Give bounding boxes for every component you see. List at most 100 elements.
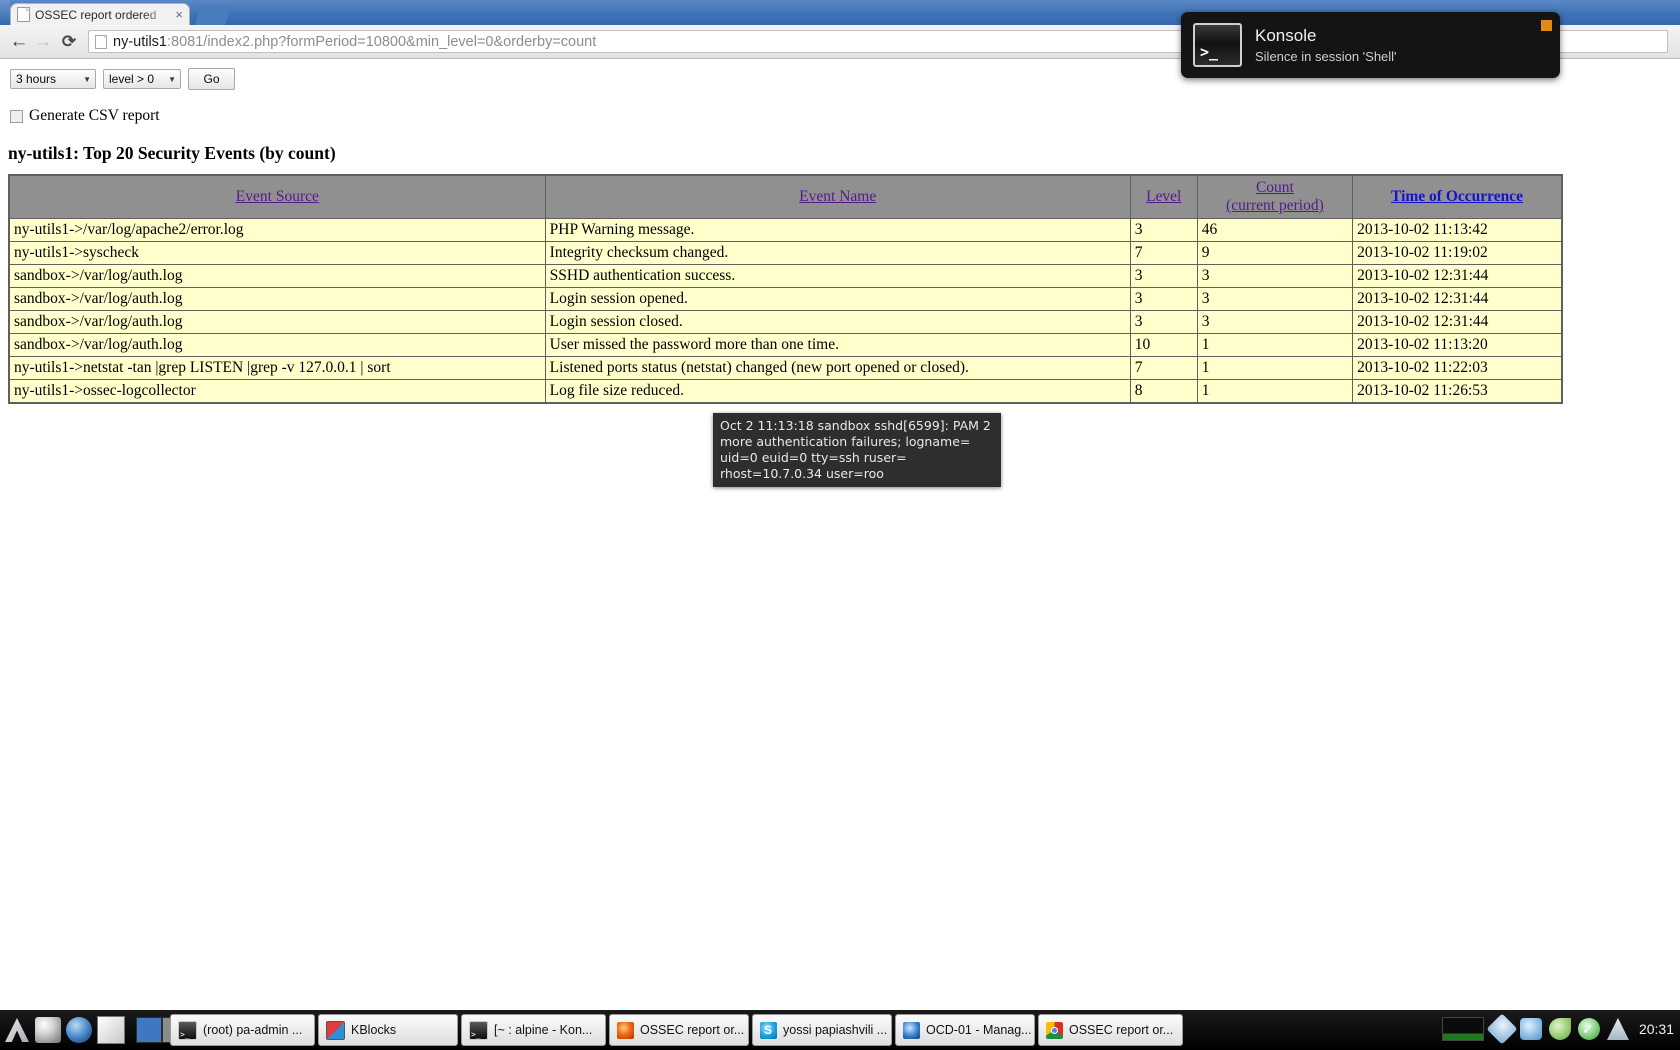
cell-level: 10 xyxy=(1130,334,1197,357)
period-select[interactable]: 3 hours ▼ xyxy=(10,69,96,89)
table-row[interactable]: ny-utils1->syscheck Integrity checksum c… xyxy=(9,242,1562,265)
table-header-row: Event Source Event Name Level Count (cur… xyxy=(9,175,1562,219)
close-icon[interactable]: × xyxy=(175,8,183,21)
cell-event-name: PHP Warning message. xyxy=(545,219,1130,242)
cell-event-source: ny-utils1->syscheck xyxy=(9,242,545,265)
event-tooltip: Oct 2 11:13:18 sandbox sshd[6599]: PAM 2… xyxy=(713,413,1001,487)
chevron-down-icon: ▼ xyxy=(168,75,176,84)
address-path: :8081/index2.php?formPeriod=10800&min_le… xyxy=(167,34,596,50)
table-row[interactable]: sandbox->/var/log/auth.log Login session… xyxy=(9,311,1562,334)
column-header-count[interactable]: Count (current period) xyxy=(1197,175,1352,219)
cell-event-name: User missed the password more than one t… xyxy=(545,334,1130,357)
windows-icon[interactable] xyxy=(97,1016,125,1044)
desktop-1[interactable] xyxy=(136,1017,162,1043)
folder-icon[interactable] xyxy=(35,1017,61,1043)
task-list: (root) pa-admin ... KBlocks [~ : alpine … xyxy=(170,1014,1183,1046)
close-icon[interactable] xyxy=(1541,20,1552,31)
page-title: ny-utils1: Top 20 Security Events (by co… xyxy=(8,143,336,164)
cell-level: 3 xyxy=(1130,288,1197,311)
update-ok-icon[interactable] xyxy=(1578,1018,1600,1040)
sort-link-event-name[interactable]: Event Name xyxy=(799,188,876,205)
notification-title: Konsole xyxy=(1255,26,1548,46)
kmenu-icon[interactable] xyxy=(4,1017,30,1043)
task-label: OSSEC report or... xyxy=(640,1023,744,1037)
filter-form: 3 hours ▼ level > 0 ▼ Go xyxy=(10,68,235,90)
screen-preview-icon[interactable] xyxy=(1442,1017,1484,1041)
table-row[interactable]: ny-utils1->netstat -tan |grep LISTEN |gr… xyxy=(9,357,1562,380)
sort-link-time-of-occurrence[interactable]: Time of Occurrence xyxy=(1391,188,1523,205)
cell-time: 2013-10-02 12:31:44 xyxy=(1353,288,1562,311)
battery-icon[interactable] xyxy=(1549,1018,1571,1040)
cell-count: 3 xyxy=(1197,265,1352,288)
show-hidden-icon[interactable] xyxy=(1607,1018,1629,1040)
task-label: [~ : alpine - Kon... xyxy=(494,1023,592,1037)
cell-time: 2013-10-02 12:31:44 xyxy=(1353,311,1562,334)
column-header-time[interactable]: Time of Occurrence xyxy=(1353,175,1562,219)
skype-icon xyxy=(760,1022,777,1039)
cell-event-name: Login session opened. xyxy=(545,288,1130,311)
browser-tab[interactable]: OSSEC report ordered × xyxy=(10,3,190,25)
cell-event-name: Listened ports status (netstat) changed … xyxy=(545,357,1130,380)
task-button[interactable]: OSSEC report or... xyxy=(609,1014,749,1046)
task-label: yossi papiashvili ... xyxy=(783,1023,887,1037)
notification-message: Silence in session 'Shell' xyxy=(1255,49,1548,64)
task-button[interactable]: yossi papiashvili ... xyxy=(752,1014,892,1046)
column-header-event-source[interactable]: Event Source xyxy=(9,175,545,219)
sort-link-count-sub[interactable]: (current period) xyxy=(1202,197,1348,215)
terminal-icon xyxy=(469,1021,488,1040)
sort-link-level[interactable]: Level xyxy=(1146,188,1181,205)
cell-event-name: Login session closed. xyxy=(545,311,1130,334)
cell-event-source: sandbox->/var/log/auth.log xyxy=(9,334,545,357)
sort-link-event-source[interactable]: Event Source xyxy=(236,188,319,205)
table-row[interactable]: ny-utils1->/var/log/apache2/error.log PH… xyxy=(9,219,1562,242)
generate-csv-label: Generate CSV report xyxy=(29,107,160,125)
column-header-event-name[interactable]: Event Name xyxy=(545,175,1130,219)
browser-icon[interactable] xyxy=(66,1017,92,1043)
tool-icon[interactable] xyxy=(1486,1013,1517,1044)
chrome-icon xyxy=(1046,1022,1063,1039)
table-row[interactable]: sandbox->/var/log/auth.log Login session… xyxy=(9,288,1562,311)
taskbar: (root) pa-admin ... KBlocks [~ : alpine … xyxy=(0,1010,1680,1050)
generate-csv-checkbox[interactable] xyxy=(10,110,23,123)
sort-link-count[interactable]: Count xyxy=(1202,179,1348,197)
cell-count: 3 xyxy=(1197,288,1352,311)
cell-event-name: Log file size reduced. xyxy=(545,380,1130,404)
level-select[interactable]: level > 0 ▼ xyxy=(103,69,181,89)
cell-count: 1 xyxy=(1197,380,1352,404)
konsole-notification[interactable]: Konsole Silence in session 'Shell' xyxy=(1181,12,1560,78)
tab-title: OSSEC report ordered xyxy=(35,8,170,22)
system-tray: 20:31 xyxy=(1442,1017,1674,1041)
cell-time: 2013-10-02 11:22:03 xyxy=(1353,357,1562,380)
period-select-value: 3 hours xyxy=(16,72,56,86)
cell-event-source: ny-utils1->ossec-logcollector xyxy=(9,380,545,404)
address-bar-text: ny-utils1:8081/index2.php?formPeriod=108… xyxy=(113,34,596,50)
cell-event-source: sandbox->/var/log/auth.log xyxy=(9,288,545,311)
ie-icon xyxy=(903,1022,920,1039)
table-row[interactable]: ny-utils1->ossec-logcollector Log file s… xyxy=(9,380,1562,404)
cell-event-source: ny-utils1->/var/log/apache2/error.log xyxy=(9,219,545,242)
task-button[interactable]: OSSEC report or... xyxy=(1038,1014,1183,1046)
go-button[interactable]: Go xyxy=(188,68,235,90)
cell-time: 2013-10-02 11:13:20 xyxy=(1353,334,1562,357)
forward-icon[interactable]: → xyxy=(32,30,54,52)
new-tab-button[interactable] xyxy=(195,6,231,25)
clipboard-icon[interactable] xyxy=(1520,1018,1542,1040)
cell-count: 3 xyxy=(1197,311,1352,334)
task-button[interactable]: KBlocks xyxy=(318,1014,458,1046)
clock[interactable]: 20:31 xyxy=(1639,1021,1674,1037)
task-button[interactable]: [~ : alpine - Kon... xyxy=(461,1014,606,1046)
firefox-icon xyxy=(617,1022,634,1039)
page-content: 3 hours ▼ level > 0 ▼ Go Generate CSV re… xyxy=(0,59,1680,1010)
cell-time: 2013-10-02 11:13:42 xyxy=(1353,219,1562,242)
table-row[interactable]: sandbox->/var/log/auth.log User missed t… xyxy=(9,334,1562,357)
table-row[interactable]: sandbox->/var/log/auth.log SSHD authenti… xyxy=(9,265,1562,288)
task-button[interactable]: OCD-01 - Manag... xyxy=(895,1014,1035,1046)
chevron-down-icon: ▼ xyxy=(83,75,91,84)
task-button[interactable]: (root) pa-admin ... xyxy=(170,1014,315,1046)
back-icon[interactable]: ← xyxy=(8,30,30,52)
column-header-level[interactable]: Level xyxy=(1130,175,1197,219)
terminal-icon xyxy=(178,1021,197,1040)
task-label: (root) pa-admin ... xyxy=(203,1023,302,1037)
cell-event-source: sandbox->/var/log/auth.log xyxy=(9,265,545,288)
reload-icon[interactable]: ⟳ xyxy=(58,30,80,52)
